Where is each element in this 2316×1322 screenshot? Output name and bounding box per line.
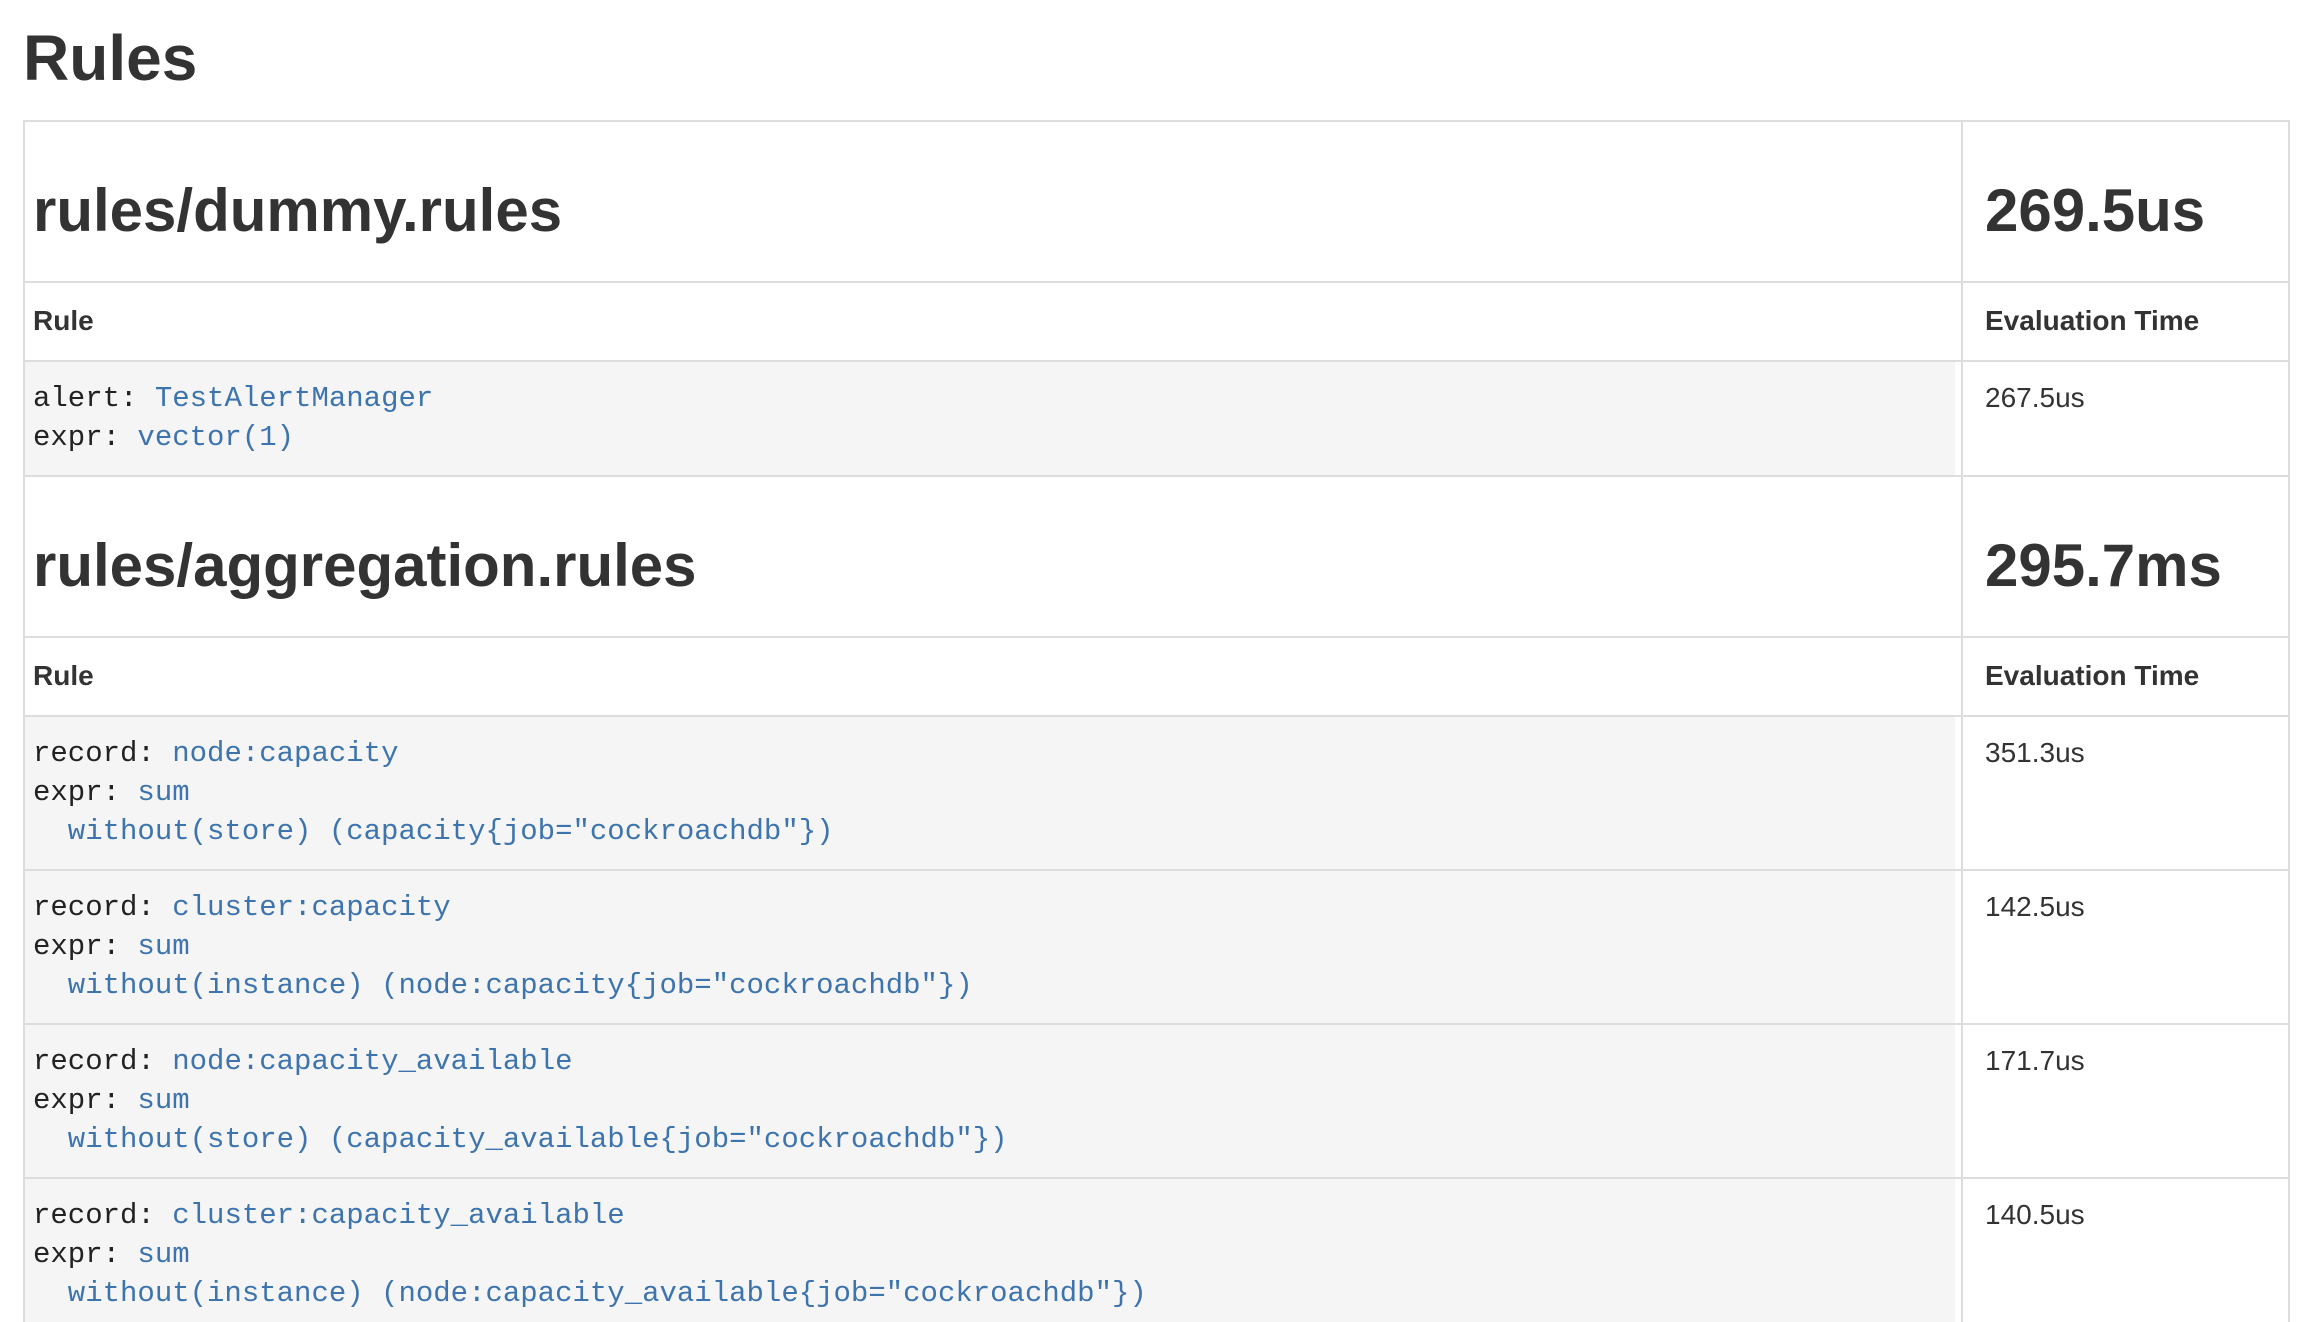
rule-row: record: node:capacity expr: sum without(…: [24, 716, 2289, 870]
rule-eval-time: 351.3us: [1962, 716, 2289, 870]
rule-link[interactable]: node:capacity_available: [172, 1045, 572, 1078]
rule-keyword: expr:: [33, 776, 137, 809]
rule-keyword: expr:: [33, 930, 137, 963]
rule-eval-time: 267.5us: [1962, 361, 2289, 476]
rule-column-header: Rule: [24, 637, 1962, 716]
rule-link[interactable]: TestAlertManager: [155, 382, 433, 415]
column-header-row: RuleEvaluation Time: [24, 637, 2289, 716]
rule-group-total-eval-time: 295.7ms: [1962, 476, 2289, 637]
rule-link[interactable]: sum without(instance) (node:capacity{job…: [33, 930, 973, 1002]
rule-eval-time: 142.5us: [1962, 870, 2289, 1024]
page-title: Rules: [23, 24, 2290, 93]
rule-row: alert: TestAlertManager expr: vector(1)2…: [24, 361, 2289, 476]
rule-keyword: expr:: [33, 1238, 137, 1271]
rule-row: record: cluster:capacity_available expr:…: [24, 1178, 2289, 1322]
rule-group-header-row: rules/dummy.rules269.5us: [24, 121, 2289, 282]
rule-code: alert: TestAlertManager expr: vector(1): [25, 362, 1955, 475]
rule-link[interactable]: vector(1): [137, 421, 294, 454]
rule-link[interactable]: sum without(store) (capacity{job="cockro…: [33, 776, 834, 848]
rule-keyword: record:: [33, 1199, 172, 1232]
rule-link[interactable]: node:capacity: [172, 737, 398, 770]
rules-page: Rules rules/dummy.rules269.5usRuleEvalua…: [0, 24, 2316, 1322]
rule-code: record: node:capacity_available expr: su…: [25, 1025, 1955, 1177]
rule-code: record: cluster:capacity expr: sum witho…: [25, 871, 1955, 1023]
rule-keyword: record:: [33, 1045, 172, 1078]
rule-definition-cell: alert: TestAlertManager expr: vector(1): [24, 361, 1962, 476]
rule-keyword: record:: [33, 891, 172, 924]
rule-keyword: expr:: [33, 1084, 137, 1117]
rule-link[interactable]: cluster:capacity: [172, 891, 450, 924]
column-header-row: RuleEvaluation Time: [24, 282, 2289, 361]
rule-group-file: rules/aggregation.rules: [24, 476, 1962, 637]
rule-code: record: node:capacity expr: sum without(…: [25, 717, 1955, 869]
rules-table: rules/dummy.rules269.5usRuleEvaluation T…: [23, 120, 2290, 1322]
rule-definition-cell: record: node:capacity expr: sum without(…: [24, 716, 1962, 870]
rule-definition-cell: record: cluster:capacity_available expr:…: [24, 1178, 1962, 1322]
rule-keyword: alert:: [33, 382, 155, 415]
rules-table-body: rules/dummy.rules269.5usRuleEvaluation T…: [24, 121, 2289, 1322]
eval-time-column-header: Evaluation Time: [1962, 637, 2289, 716]
rule-link[interactable]: sum without(instance) (node:capacity_ava…: [33, 1238, 1147, 1310]
rule-eval-time: 140.5us: [1962, 1178, 2289, 1322]
rule-link[interactable]: sum without(store) (capacity_available{j…: [33, 1084, 1008, 1156]
rule-definition-cell: record: cluster:capacity expr: sum witho…: [24, 870, 1962, 1024]
rule-group-header-row: rules/aggregation.rules295.7ms: [24, 476, 2289, 637]
rule-row: record: cluster:capacity expr: sum witho…: [24, 870, 2289, 1024]
rule-definition-cell: record: node:capacity_available expr: su…: [24, 1024, 1962, 1178]
rule-row: record: node:capacity_available expr: su…: [24, 1024, 2289, 1178]
rule-code: record: cluster:capacity_available expr:…: [25, 1179, 1955, 1322]
rule-column-header: Rule: [24, 282, 1962, 361]
eval-time-column-header: Evaluation Time: [1962, 282, 2289, 361]
rule-group-total-eval-time: 269.5us: [1962, 121, 2289, 282]
rule-eval-time: 171.7us: [1962, 1024, 2289, 1178]
rule-keyword: record:: [33, 737, 172, 770]
rule-keyword: expr:: [33, 421, 137, 454]
rule-group-file: rules/dummy.rules: [24, 121, 1962, 282]
rule-link[interactable]: cluster:capacity_available: [172, 1199, 624, 1232]
